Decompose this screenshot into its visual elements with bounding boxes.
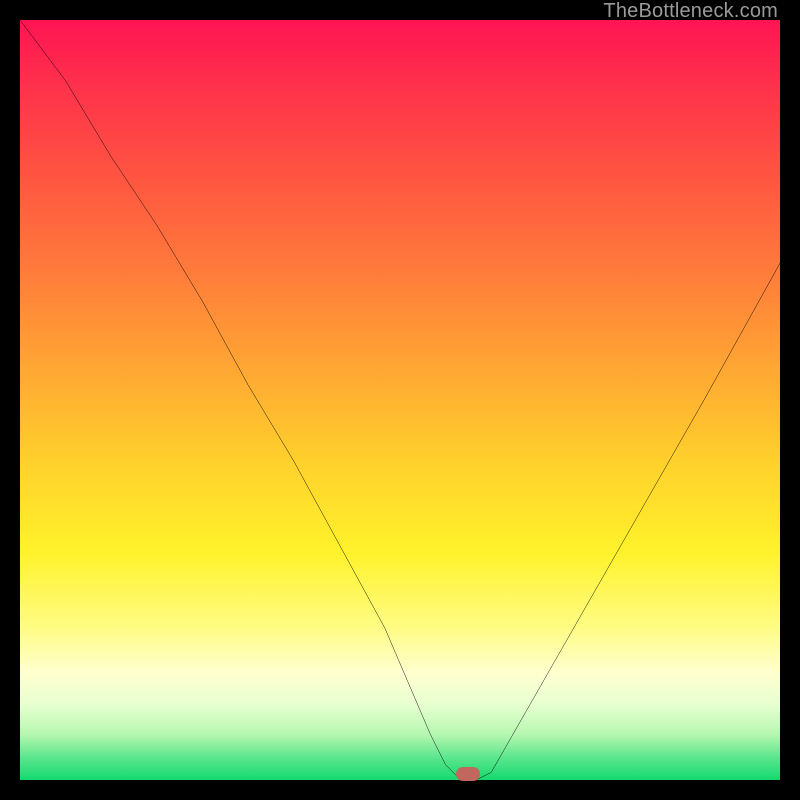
chart-frame: TheBottleneck.com (0, 0, 800, 800)
curve-path (20, 20, 780, 780)
optimum-marker (456, 767, 480, 781)
plot-area (20, 20, 780, 780)
bottleneck-curve (20, 20, 780, 780)
